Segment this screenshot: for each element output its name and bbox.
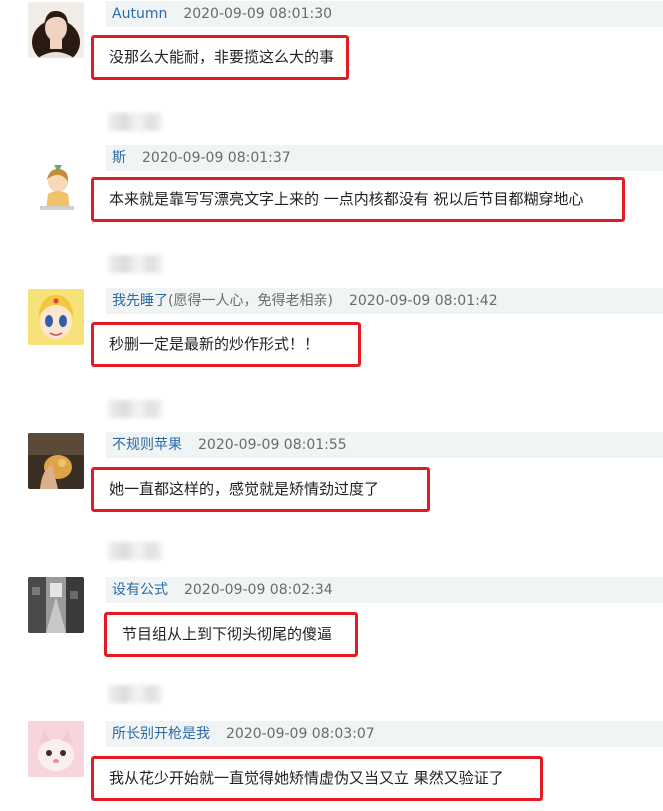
comment-content: 秒删一定是最新的炒作形式！！ (91, 322, 361, 367)
username-link[interactable]: 不规则苹果 (112, 437, 182, 453)
comment-timestamp: 2020-09-09 08:02:34 (184, 582, 333, 598)
blurred-reply-area (108, 255, 162, 273)
username-note: (愿得一人心，免得老相亲) (168, 293, 333, 309)
blurred-reply-area (108, 685, 162, 703)
blurred-reply-area (108, 542, 162, 560)
comment-timestamp: 2020-09-09 08:01:30 (183, 6, 333, 22)
comment-timestamp: 2020-09-09 08:01:42 (348, 293, 498, 309)
comment-content: 没那么大能耐，非要揽这么大的事 (91, 35, 349, 80)
blurred-reply-area (108, 113, 162, 131)
comment-content: 我从花少开始就一直觉得她矫情虚伪又当又立 果然又验证了 (91, 756, 543, 801)
username-link[interactable]: 我先睡了 (112, 293, 168, 309)
comment-timestamp: 2020-09-09 08:03:07 (226, 726, 375, 742)
avatar-anime-sailor-icon[interactable] (28, 289, 84, 345)
comment-meta: 不规则苹果 2020-09-09 08:01:55 (106, 432, 663, 458)
comment-content: 本来就是靠写写漂亮文字上来的 一点内核都没有 祝以后节目都糊穿地心 (91, 177, 625, 222)
avatar-woman-portrait-icon[interactable] (28, 2, 84, 58)
avatar-pink-cat-icon[interactable] (28, 721, 84, 777)
comment-meta: 设有公式 2020-09-09 08:02:34 (106, 577, 663, 603)
comment-meta: 斯 2020-09-09 08:01:37 (106, 145, 663, 171)
username-link[interactable]: 斯 (112, 150, 126, 166)
blurred-reply-area (108, 400, 162, 418)
username-link[interactable]: Autumn (112, 6, 167, 22)
comment-timestamp: 2020-09-09 08:01:37 (142, 150, 291, 166)
comment-timestamp: 2020-09-09 08:01:55 (198, 437, 347, 453)
comment-meta: 所长别开枪是我 2020-09-09 08:03:07 (106, 721, 663, 747)
avatar-cartoon-girl-icon[interactable] (28, 160, 84, 216)
avatar-hand-apple-icon[interactable] (28, 433, 84, 489)
avatar-street-photo-icon[interactable] (28, 577, 84, 633)
comment-meta: 我先睡了(愿得一人心，免得老相亲) 2020-09-09 08:01:42 (106, 288, 663, 314)
username-link[interactable]: 设有公式 (112, 582, 168, 598)
username-link[interactable]: 所长别开枪是我 (112, 726, 210, 742)
comment-meta: Autumn 2020-09-09 08:01:30 (106, 1, 663, 27)
comment-content: 她一直都这样的，感觉就是矫情劲过度了 (91, 467, 430, 512)
comment-content: 节目组从上到下彻头彻尾的傻逼 (104, 612, 358, 657)
